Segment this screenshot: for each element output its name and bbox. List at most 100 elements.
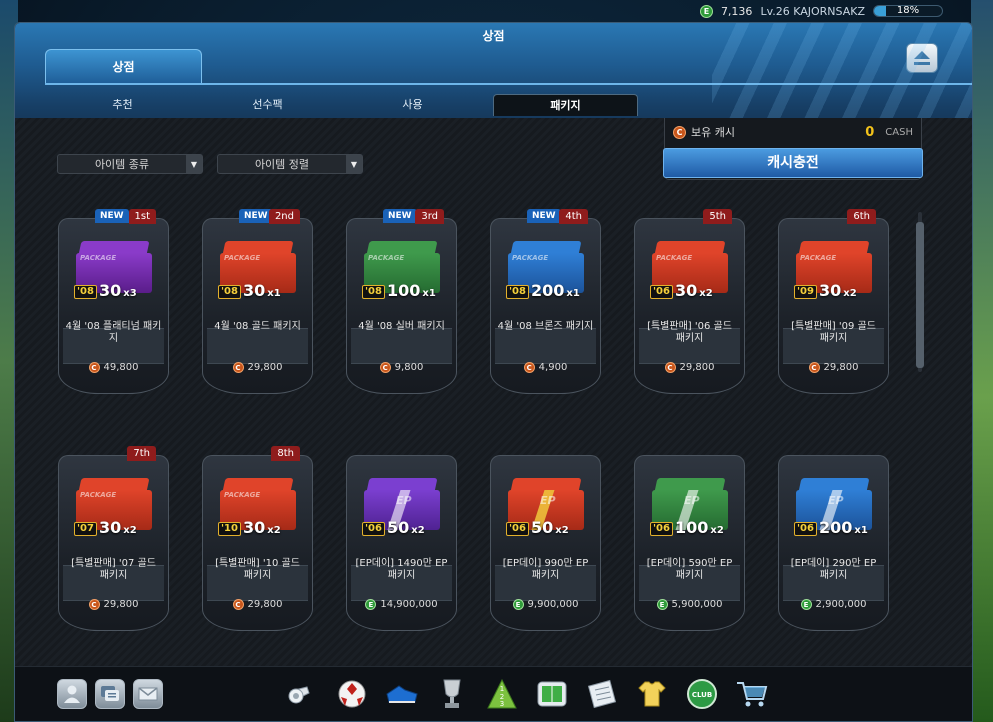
eject-icon [914, 51, 930, 65]
new-badge: NEW [95, 209, 129, 223]
season-year: '06 [362, 522, 385, 536]
product-card[interactable]: NEW 4th PACKAGE '08 200 x1 4월 '08 브론즈 패키지 C 4,90… [487, 204, 604, 402]
package-quantity: 200 [530, 281, 565, 300]
item-type-dropdown[interactable]: 아이템 종류 ▼ [57, 154, 203, 174]
product-price: E 9,900,000 [487, 599, 604, 610]
ep-coin-icon: E [699, 4, 713, 18]
package-multiplier: x2 [267, 525, 281, 536]
product-card[interactable]: EP '06 100 x2 [EP데이] 590만 EP 패키지 E 5,900,000 [631, 441, 748, 639]
tab-shop[interactable]: 상점 [45, 49, 202, 83]
package-contents-label: '06 50 x2 [362, 520, 425, 536]
scroll-thumb[interactable] [916, 222, 924, 368]
bottom-menu-bar: 123 CLUB [15, 666, 972, 721]
rank-badge: 2nd [268, 209, 300, 224]
box-print-text: PACKAGE [512, 254, 549, 262]
package-multiplier: x3 [123, 288, 137, 299]
jersey-icon[interactable] [635, 675, 669, 713]
package-box-icon: PACKAGE '07 30 x2 [74, 478, 152, 540]
product-card[interactable]: 6th PACKAGE '09 30 x2 [특별판매] '09 골드 패키지 C 29,80… [775, 204, 892, 402]
package-contents-label: '10 30 x2 [218, 520, 281, 536]
cash-charge-button[interactable]: 캐시충전 [663, 148, 923, 178]
package-multiplier: x2 [843, 288, 857, 299]
notepad-icon[interactable] [585, 675, 619, 713]
package-quantity: 30 [242, 518, 266, 537]
bottom-left-icons [57, 679, 163, 709]
box-print-text: EP [828, 494, 844, 507]
package-multiplier: x2 [555, 525, 569, 536]
product-card[interactable]: NEW 3rd PACKAGE '08 100 x1 4월 '08 실버 패키지 C 9,800 [343, 204, 460, 402]
bottom-center-icons: 123 CLUB [285, 675, 769, 713]
item-sort-dropdown[interactable]: 아이템 정렬 ▼ [217, 154, 363, 174]
package-contents-label: '08 30 x3 [74, 283, 137, 299]
package-contents-label: '08 100 x1 [362, 283, 436, 299]
package-quantity: 30 [674, 281, 698, 300]
pitch-icon[interactable] [535, 675, 569, 713]
product-name: [EP데이] 590만 EP 패키지 [646, 558, 733, 581]
mail-icon[interactable] [133, 679, 163, 709]
soccer-ball-icon[interactable] [335, 675, 369, 713]
item-type-label: 아이템 종류 [94, 158, 150, 171]
tab-package[interactable]: 패키지 [493, 94, 638, 116]
boots-icon[interactable] [385, 675, 419, 713]
product-card[interactable]: EP '06 200 x1 [EP데이] 290만 EP 패키지 E 2,900,000 [775, 441, 892, 639]
product-price: C 29,800 [775, 362, 892, 373]
season-year: '06 [650, 522, 673, 536]
product-card[interactable]: NEW 2nd PACKAGE '08 30 x1 4월 '08 골드 패키지 C 29,800 [199, 204, 316, 402]
product-price: C 29,800 [631, 362, 748, 373]
package-box-icon: PACKAGE '08 100 x1 [362, 241, 440, 303]
shopping-cart-icon[interactable] [735, 675, 769, 713]
box-print-text: PACKAGE [224, 491, 261, 499]
cash-coin-icon: C [808, 362, 820, 373]
exit-button[interactable] [906, 43, 938, 73]
stadium-background-right [971, 0, 993, 722]
product-card[interactable]: 7th PACKAGE '07 30 x2 [특별판매] '07 골드 패키지 C 29,80… [55, 441, 172, 639]
club-badge-icon[interactable]: CLUB [685, 675, 719, 713]
product-card[interactable]: 8th PACKAGE '10 30 x2 [특별판매] '10 골드 패키지 C 29,80… [199, 441, 316, 639]
trophy-icon[interactable] [435, 675, 469, 713]
package-contents-label: '06 200 x1 [794, 520, 868, 536]
product-name-band [351, 328, 452, 364]
rank-badge: 1st [128, 209, 156, 224]
rank-badge: 4th [559, 209, 588, 224]
product-card[interactable]: 5th PACKAGE '06 30 x2 [특별판매] '06 골드 패키지 C 29,80… [631, 204, 748, 402]
season-year: '08 [74, 285, 97, 299]
season-year: '06 [794, 522, 817, 536]
box-print-text: EP [540, 494, 556, 507]
product-price: E 14,900,000 [343, 599, 460, 610]
season-year: '07 [74, 522, 97, 536]
cash-coin-icon: C [232, 599, 244, 610]
price-amount: 49,800 [103, 362, 139, 373]
product-price: C 29,800 [199, 362, 316, 373]
scrollbar[interactable] [916, 212, 924, 372]
package-contents-label: '06 30 x2 [650, 283, 713, 299]
whistle-icon[interactable] [285, 675, 319, 713]
product-card[interactable]: EP '06 50 x2 [EP데이] 990만 EP 패키지 E 9,900,000 [487, 441, 604, 639]
rank-badge: 3rd [415, 209, 444, 224]
product-name: [특별판매] '07 골드 패키지 [71, 558, 156, 581]
package-multiplier: x2 [710, 525, 724, 536]
product-card[interactable]: NEW 1st PACKAGE '08 30 x3 4월 '08 플래티넘 패키지 C 49,8… [55, 204, 172, 402]
box-print-text: PACKAGE [800, 254, 837, 262]
message-list-icon[interactable] [95, 679, 125, 709]
status-bar: E 7,136 Lv.26 KAJORNSAKZ 18% [683, 0, 993, 22]
product-name: [특별판매] '10 골드 패키지 [215, 558, 300, 581]
chevron-down-icon: ▼ [186, 155, 202, 173]
ep-coin-icon: E [512, 599, 524, 610]
tab-usage[interactable]: 사용 [340, 94, 485, 116]
package-contents-label: '08 30 x1 [218, 283, 281, 299]
product-card[interactable]: EP '06 50 x2 [EP데이] 1490만 EP 패키지 E 14,900,000 [343, 441, 460, 639]
ranking-pyramid-icon[interactable]: 123 [485, 675, 519, 713]
package-multiplier: x2 [411, 525, 425, 536]
package-box-icon: PACKAGE '08 30 x1 [218, 241, 296, 303]
product-name-band [495, 328, 596, 364]
price-amount: 9,800 [394, 362, 424, 373]
tab-player-packs[interactable]: 선수팩 [195, 94, 340, 116]
profile-icon[interactable] [57, 679, 87, 709]
price-amount: 29,800 [679, 362, 715, 373]
price-amount: 29,800 [247, 362, 283, 373]
cash-coin-icon: C [232, 362, 244, 373]
tab-recommended[interactable]: 추천 [50, 94, 195, 116]
cash-coin-icon: C [88, 599, 100, 610]
season-year: '06 [506, 522, 529, 536]
price-amount: 5,900,000 [671, 599, 723, 610]
